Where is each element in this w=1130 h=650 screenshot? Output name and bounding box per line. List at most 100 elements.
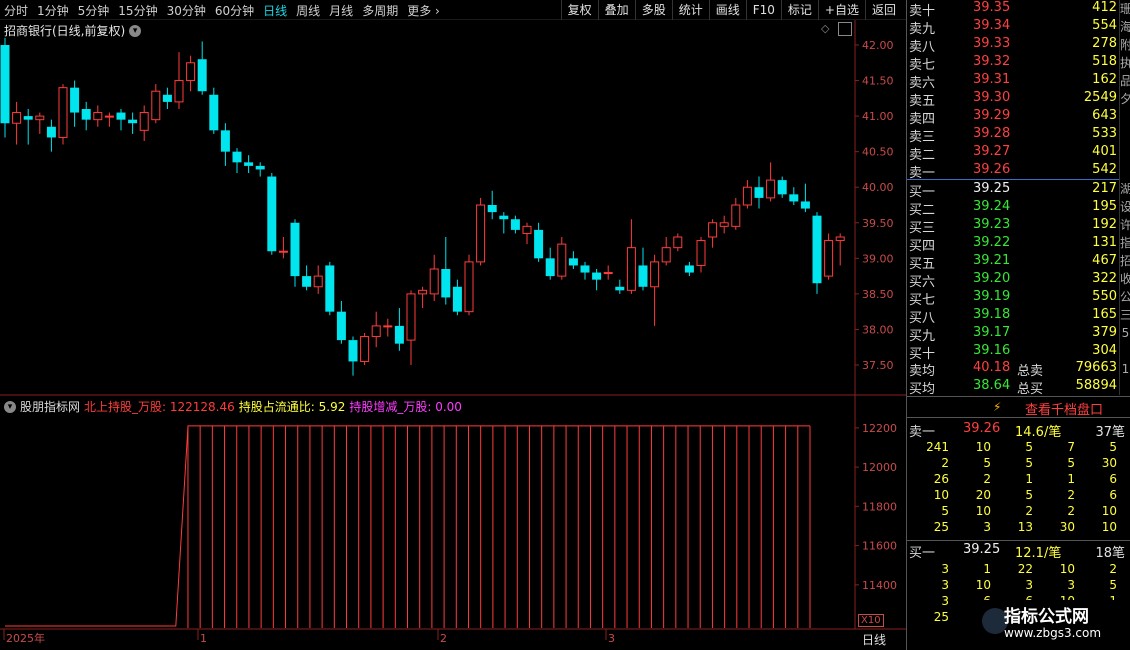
queue-cell: 26 <box>933 472 949 486</box>
candle-body <box>0 45 10 124</box>
ask-row[interactable]: 卖十 39.35 412 <box>907 0 1119 19</box>
depth-button-bar[interactable]: ⚡ 查看千档盘口 <box>907 396 1130 418</box>
indicator-name[interactable]: 股朋指标网 <box>20 398 80 415</box>
ask-total-label: 总卖 <box>1017 364 1044 379</box>
candle-body <box>592 272 602 280</box>
candle-body <box>162 94 172 102</box>
ask-row[interactable]: 卖七 39.32 518 <box>907 54 1119 73</box>
candle-body <box>174 80 184 103</box>
orderbook-price: 39.33 <box>973 36 1011 51</box>
orderbook-label: 卖六 <box>909 76 936 91</box>
ask-row[interactable]: 卖一 39.26 542 <box>907 162 1119 181</box>
period-tab-bottom[interactable]: 日线 <box>862 631 886 648</box>
candle-body <box>499 215 509 220</box>
side-strip-char: 品 <box>1120 72 1130 90</box>
side-strip-char: 三 <box>1120 306 1130 324</box>
orderbook-volume: 162 <box>1092 72 1117 87</box>
bid-total-value: 58894 <box>1075 378 1117 393</box>
orderbook-price: 39.30 <box>973 90 1011 105</box>
orderbook-label: 卖二 <box>909 148 936 163</box>
queue-cell: 3 <box>941 562 949 576</box>
orderbook-price: 39.22 <box>973 235 1011 250</box>
candle-body <box>545 258 555 277</box>
ask-summary-row: 卖均 40.18 总卖 79663 <box>907 360 1119 379</box>
candle-body <box>812 215 822 284</box>
orderbook-volume: 304 <box>1092 343 1117 358</box>
bid-row[interactable]: 买五 39.21 467 <box>907 253 1119 272</box>
candle-body <box>742 186 752 206</box>
orderbook-price: 39.19 <box>973 289 1011 304</box>
ask-row[interactable]: 卖九 39.34 554 <box>907 18 1119 37</box>
queue-cell: 13 <box>1017 520 1033 534</box>
candle-body <box>58 87 68 138</box>
x-tick-label: 1 <box>200 632 207 645</box>
view-depth-button[interactable]: 查看千档盘口 <box>1025 399 1103 418</box>
bid-row[interactable]: 买四 39.22 131 <box>907 235 1119 254</box>
orderbook-volume: 643 <box>1092 108 1117 123</box>
bid-row[interactable]: 买六 39.20 322 <box>907 271 1119 290</box>
candle-body <box>684 265 694 273</box>
queue-cell: 6 <box>1109 472 1117 486</box>
candle-body <box>267 176 277 252</box>
queue-cell: 5 <box>941 504 949 518</box>
bid-queue-price: 39.25 <box>963 542 1001 557</box>
candle-body <box>383 325 393 328</box>
side-strip-char <box>1120 342 1130 360</box>
queue-row: 3 10 3 3 5 <box>907 578 1130 594</box>
lightning-icon: ⚡ <box>993 400 1002 414</box>
candle-body <box>12 112 22 124</box>
candle-body <box>800 201 810 209</box>
ask-queue-per: 14.6/笔 <box>1015 425 1062 440</box>
candle-body <box>197 59 207 92</box>
kline-chart[interactable]: 42.00 41.50 41.00 40.50 40.00 39.50 39.00 38.50… <box>0 0 906 650</box>
bid-row[interactable]: 买二 39.24 195 <box>907 199 1119 218</box>
bid-row[interactable]: 买十 39.16 304 <box>907 343 1119 362</box>
orderbook-volume: 322 <box>1092 271 1117 286</box>
candle-body <box>441 269 451 298</box>
watermark-title: 指标公式网 <box>1004 607 1089 627</box>
bid-row[interactable]: 买三 39.23 192 <box>907 217 1119 236</box>
candle-body <box>186 62 196 82</box>
ask-row[interactable]: 卖五 39.30 2549 <box>907 90 1119 109</box>
candle-body <box>696 240 706 266</box>
orderbook-price: 39.31 <box>973 72 1011 87</box>
bid-row[interactable]: 买七 39.19 550 <box>907 289 1119 308</box>
side-strip-char: 1 <box>1121 362 1130 376</box>
queue-cell: 25 <box>933 610 949 624</box>
bid-row[interactable]: 买九 39.17 379 <box>907 325 1119 344</box>
chevron-down-icon[interactable]: ▾ <box>4 400 16 413</box>
queue-row: 3 1 22 10 2 <box>907 562 1130 578</box>
bid-queue-count: 18笔 <box>1095 546 1125 561</box>
queue-cell: 2 <box>1067 488 1075 502</box>
orderbook-volume: 192 <box>1092 217 1117 232</box>
queue-row: 2 5 5 5 30 <box>907 456 1130 472</box>
bid-row[interactable]: 买八 39.18 165 <box>907 307 1119 326</box>
side-strip-char: 5 <box>1121 326 1130 340</box>
ask-row[interactable]: 卖六 39.31 162 <box>907 72 1119 91</box>
queue-cell: 2 <box>1025 504 1033 518</box>
scale-label[interactable]: X10 <box>858 614 884 627</box>
candle-body <box>209 94 219 131</box>
bid-avg-value: 38.64 <box>973 378 1011 393</box>
side-strip-char: 附 <box>1120 36 1130 54</box>
indicator-tick-label: 12000 <box>862 461 897 474</box>
ask-queue-count: 37笔 <box>1095 425 1125 440</box>
side-strip-char: 收 <box>1120 270 1130 288</box>
candle-body <box>534 229 544 259</box>
queue-cell: 7 <box>1067 440 1075 454</box>
watermark-url: www.zbgs3.com <box>1004 626 1102 640</box>
bid-row[interactable]: 买一 39.25 217 <box>907 181 1119 200</box>
candle-body <box>568 258 578 266</box>
ask-row[interactable]: 卖二 39.27 401 <box>907 144 1119 163</box>
ask-avg-label: 卖均 <box>909 364 936 379</box>
ask-row[interactable]: 卖三 39.28 533 <box>907 126 1119 145</box>
candle-body <box>754 187 764 198</box>
orderbook-volume: 401 <box>1092 144 1117 159</box>
ask-row[interactable]: 卖八 39.33 278 <box>907 36 1119 55</box>
orderbook-price: 39.16 <box>973 343 1011 358</box>
ask-row[interactable]: 卖四 39.29 643 <box>907 108 1119 127</box>
candle-body <box>336 311 346 341</box>
orderbook-label: 买七 <box>909 293 936 308</box>
queue-divider <box>907 540 1130 541</box>
side-strip-char: 招 <box>1120 252 1130 270</box>
